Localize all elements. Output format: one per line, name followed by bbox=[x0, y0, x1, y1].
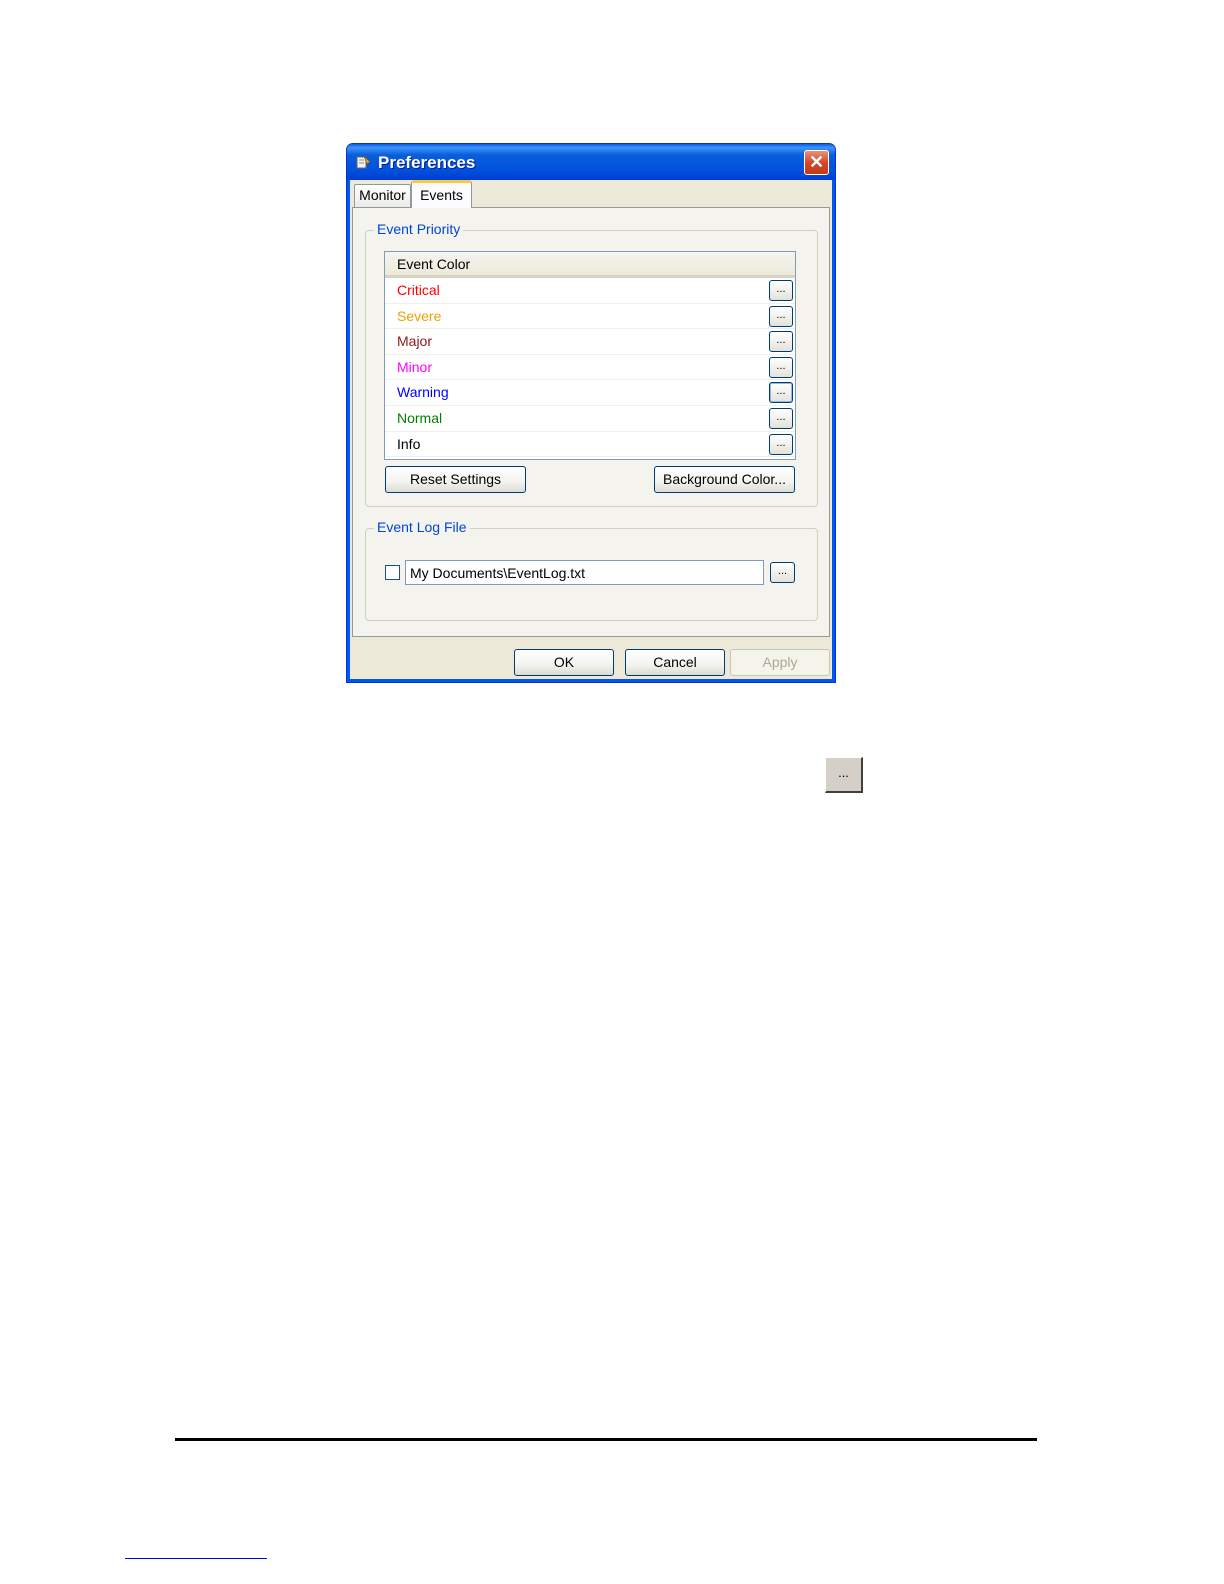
event-row-label: Critical bbox=[397, 282, 440, 298]
tab-events[interactable]: Events bbox=[411, 180, 472, 208]
tab-monitor[interactable]: Monitor bbox=[354, 184, 411, 207]
close-button[interactable]: ✕ bbox=[804, 150, 829, 175]
event-row-label: Normal bbox=[397, 409, 443, 426]
event-row-label: Severe bbox=[397, 307, 442, 324]
event-row-info[interactable]: Info... bbox=[385, 432, 795, 458]
color-picker-button-warning[interactable]: ... bbox=[769, 382, 793, 404]
event-color-list: Event Color Critical... Severe... Major...… bbox=[384, 251, 796, 460]
event-log-path-input[interactable] bbox=[405, 560, 764, 585]
event-row-label: Warning bbox=[397, 384, 449, 401]
event-row-major[interactable]: Major... bbox=[385, 329, 795, 355]
event-rows: Critical... Severe... Major... Minor... Warn… bbox=[385, 278, 795, 458]
preferences-window: Preferences ✕ Monitor Events Event Prior… bbox=[346, 143, 836, 683]
event-log-label: Event Log File bbox=[374, 519, 470, 535]
color-picker-button-severe[interactable]: ... bbox=[769, 305, 793, 327]
color-picker-button-info[interactable]: ... bbox=[769, 433, 793, 455]
page-footer-rule bbox=[175, 1438, 1037, 1441]
event-row-severe[interactable]: Severe... bbox=[385, 304, 795, 330]
color-picker-button-critical[interactable]: ... bbox=[769, 280, 793, 301]
event-row-label: Minor bbox=[397, 358, 433, 375]
cancel-button[interactable]: Cancel bbox=[625, 649, 725, 676]
color-picker-button-major[interactable]: ... bbox=[769, 331, 793, 353]
browse-log-file-button[interactable]: ... bbox=[770, 562, 795, 583]
color-picker-button-minor[interactable]: ... bbox=[769, 356, 793, 378]
event-row-label: Major bbox=[397, 333, 433, 350]
close-icon: ✕ bbox=[808, 152, 825, 172]
reset-settings-button[interactable]: Reset Settings bbox=[385, 466, 526, 493]
color-picker-button-normal[interactable]: ... bbox=[769, 407, 793, 429]
app-icon bbox=[356, 155, 371, 169]
ellipsis-button-sample[interactable]: ... bbox=[825, 757, 863, 793]
title-bar[interactable]: Preferences ✕ bbox=[347, 144, 835, 180]
event-log-checkbox[interactable] bbox=[385, 565, 400, 580]
event-row-normal[interactable]: Normal... bbox=[385, 406, 795, 432]
ok-button[interactable]: OK bbox=[514, 649, 614, 676]
background-color-button[interactable]: Background Color... bbox=[654, 466, 795, 493]
event-priority-label: Event Priority bbox=[374, 221, 464, 237]
apply-button[interactable]: Apply bbox=[730, 649, 830, 676]
column-header-event-color[interactable]: Event Color bbox=[385, 252, 795, 278]
event-row-critical[interactable]: Critical... bbox=[385, 278, 795, 304]
window-title: Preferences bbox=[378, 153, 476, 172]
event-row-warning[interactable]: Warning... bbox=[385, 380, 795, 406]
link-underline bbox=[125, 1558, 267, 1559]
event-row-minor[interactable]: Minor... bbox=[385, 355, 795, 381]
event-row-label: Info bbox=[397, 435, 421, 452]
